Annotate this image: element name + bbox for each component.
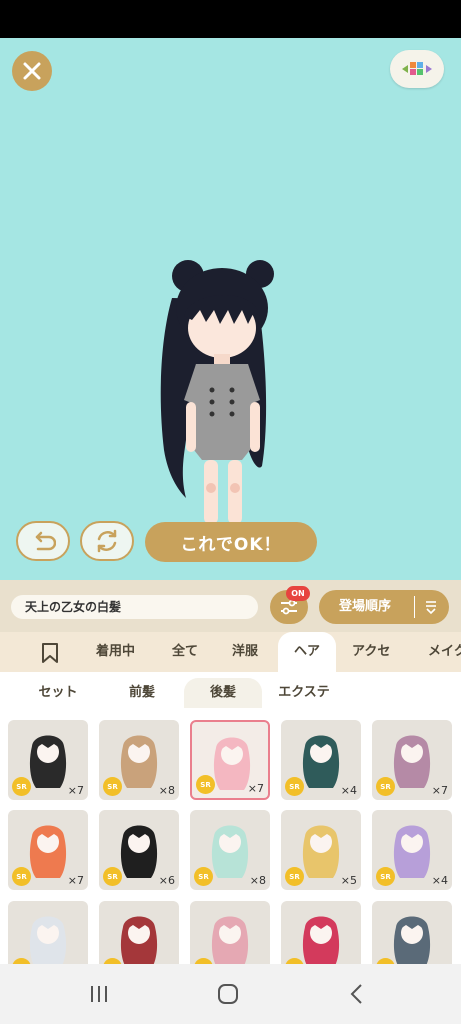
subtab-front-hair[interactable]: 前髪 (104, 678, 180, 708)
rotate-button[interactable] (80, 521, 134, 561)
hair-item[interactable]: SR (372, 901, 452, 964)
bookmark-icon[interactable] (40, 642, 60, 664)
item-count: ×7 (67, 874, 84, 887)
hair-thumbnail (211, 916, 249, 964)
rarity-badge: SR (376, 777, 395, 796)
rarity-badge: SR (103, 867, 122, 886)
rarity-badge: SR (194, 867, 213, 886)
hair-thumbnail (393, 825, 431, 878)
hair-thumbnail (120, 825, 158, 878)
item-name-field: 天上の乙女の白髪 (11, 595, 258, 619)
hair-thumbnail (211, 825, 249, 878)
tab-all[interactable]: 全て (172, 632, 198, 672)
palette-button[interactable] (390, 50, 444, 88)
tab-accessories[interactable]: アクセ (352, 632, 390, 672)
item-count: ×5 (340, 874, 357, 887)
filter-on-badge: ON (286, 586, 310, 601)
status-bar (0, 0, 461, 38)
item-count: ×7 (247, 782, 264, 795)
item-count: ×4 (340, 784, 357, 797)
rarity-badge: SR (196, 775, 215, 794)
hair-thumbnail (213, 737, 251, 790)
rarity-badge: SR (12, 777, 31, 796)
category-tabs: 着用中 全て 洋服 ヘア アクセ メイク (0, 632, 461, 672)
recent-apps-icon (91, 986, 107, 1002)
hair-item[interactable]: SR ×7 (8, 810, 88, 890)
rarity-badge: SR (285, 777, 304, 796)
item-count: ×8 (158, 784, 175, 797)
hair-item[interactable]: SR ×8 (190, 810, 270, 890)
rarity-badge: SR (285, 867, 304, 886)
hair-item[interactable]: SR (281, 901, 361, 964)
sort-toggle-icon[interactable] (423, 599, 439, 615)
rotate-icon (97, 529, 117, 553)
subtab-back-hair[interactable]: 後髪 (184, 678, 262, 708)
hair-item[interactable]: SR ×5 (281, 810, 361, 890)
recent-apps-button[interactable] (84, 982, 114, 1006)
home-button[interactable] (213, 982, 243, 1006)
hair-thumbnail (393, 735, 431, 788)
hair-thumbnail (393, 916, 431, 964)
tab-hair[interactable]: ヘア (278, 632, 336, 672)
close-button[interactable] (12, 51, 52, 91)
hair-item[interactable]: SR (190, 901, 270, 964)
sort-label: 登場順序 (339, 599, 392, 614)
tab-makeup[interactable]: メイク (428, 632, 461, 672)
close-icon (23, 62, 41, 80)
hair-item[interactable]: SR ×6 (99, 810, 179, 890)
hair-thumbnail (302, 735, 340, 788)
home-icon (218, 984, 238, 1004)
tab-wearing[interactable]: 着用中 (96, 632, 135, 672)
hair-item[interactable]: SR ×4 (281, 720, 361, 800)
avatar-character (160, 260, 274, 537)
undo-icon (35, 531, 56, 551)
item-count: ×4 (431, 874, 448, 887)
back-icon (350, 984, 362, 1004)
avatar-stage: これでOK！ (0, 38, 461, 580)
subtab-extensions[interactable]: エクステ (264, 678, 344, 708)
hair-thumbnail (302, 825, 340, 878)
hair-thumbnail (29, 735, 67, 788)
palette-icon (402, 62, 432, 75)
hair-thumbnail (120, 916, 158, 964)
rarity-badge: SR (103, 777, 122, 796)
hair-item[interactable]: SR (99, 901, 179, 964)
hair-item[interactable]: SR ×7 (372, 720, 452, 800)
hair-thumbnail (29, 916, 67, 964)
rarity-badge: SR (12, 867, 31, 886)
hair-item[interactable]: SR ×7 (8, 720, 88, 800)
sort-divider (414, 596, 415, 618)
item-grid: SR ×7 SR ×8 SR ×7 SR ×4 SR ×7 SR ×7 SR ×6 SR ×8 SR ×5 SR ×4… (0, 710, 461, 964)
item-count: ×8 (249, 874, 266, 887)
hair-item[interactable]: SR (8, 901, 88, 964)
sub-tabs: セット 前髪 後髪 エクステ (0, 672, 461, 710)
item-count: ×7 (67, 784, 84, 797)
hair-item[interactable]: SR ×4 (372, 810, 452, 890)
item-count: ×6 (158, 874, 175, 887)
item-count: ×7 (431, 784, 448, 797)
system-nav-bar (0, 964, 461, 1024)
hair-item[interactable]: SR ×7 (190, 720, 270, 800)
undo-button[interactable] (16, 521, 70, 561)
back-button[interactable] (342, 982, 372, 1006)
rarity-badge: SR (376, 867, 395, 886)
hair-thumbnail (302, 916, 340, 964)
tab-clothes[interactable]: 洋服 (232, 632, 258, 672)
confirm-button[interactable]: これでOK！ (145, 522, 317, 562)
hair-thumbnail (29, 825, 67, 878)
hair-item[interactable]: SR ×8 (99, 720, 179, 800)
hair-thumbnail (120, 735, 158, 788)
item-controls: 天上の乙女の白髪 ON 登場順序 (0, 580, 461, 632)
sort-button[interactable]: 登場順序 (319, 590, 449, 624)
subtab-set[interactable]: セット (20, 678, 96, 708)
